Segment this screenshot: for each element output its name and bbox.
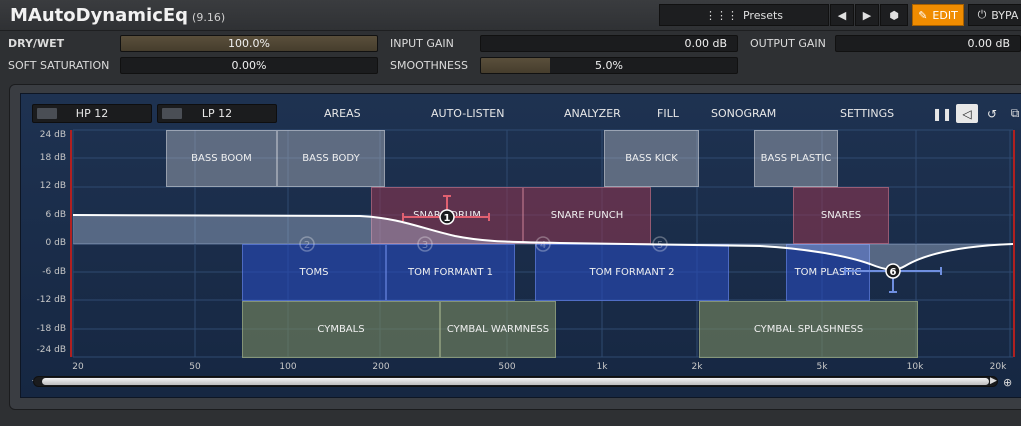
x-tick-label: 100: [279, 362, 297, 372]
frequency-scrollbar[interactable]: [33, 376, 998, 387]
x-tick-label: 20: [72, 362, 84, 372]
x-tick-label: 20k: [989, 362, 1007, 372]
band-number: 2: [304, 240, 310, 251]
plugin-window: MAutoDynamicEq (9.16) ⋮⋮⋮ Presets ◀ ▶ ⬢ ✎…: [0, 0, 1021, 426]
scroll-right-arrow[interactable]: ▶: [990, 376, 997, 386]
x-tick-label: 200: [372, 362, 390, 372]
x-tick-label: 500: [498, 362, 516, 372]
x-tick-label: 50: [189, 362, 201, 372]
band-number: 5: [657, 240, 663, 251]
x-tick-label: 5k: [816, 362, 828, 372]
band-number: 1: [444, 213, 451, 224]
band-number: 3: [422, 240, 428, 251]
band-number: 4: [540, 240, 546, 251]
scrollbar-thumb[interactable]: [42, 378, 989, 385]
x-tick-label: 1k: [596, 362, 608, 372]
band-6-handle[interactable]: 6: [844, 263, 942, 293]
band-1-handle[interactable]: 1: [402, 195, 490, 225]
x-tick-label: 10k: [906, 362, 924, 372]
band-number: 6: [890, 267, 897, 278]
x-tick-label: 2k: [691, 362, 703, 372]
zoom-icon[interactable]: ⊕: [1003, 376, 1012, 389]
